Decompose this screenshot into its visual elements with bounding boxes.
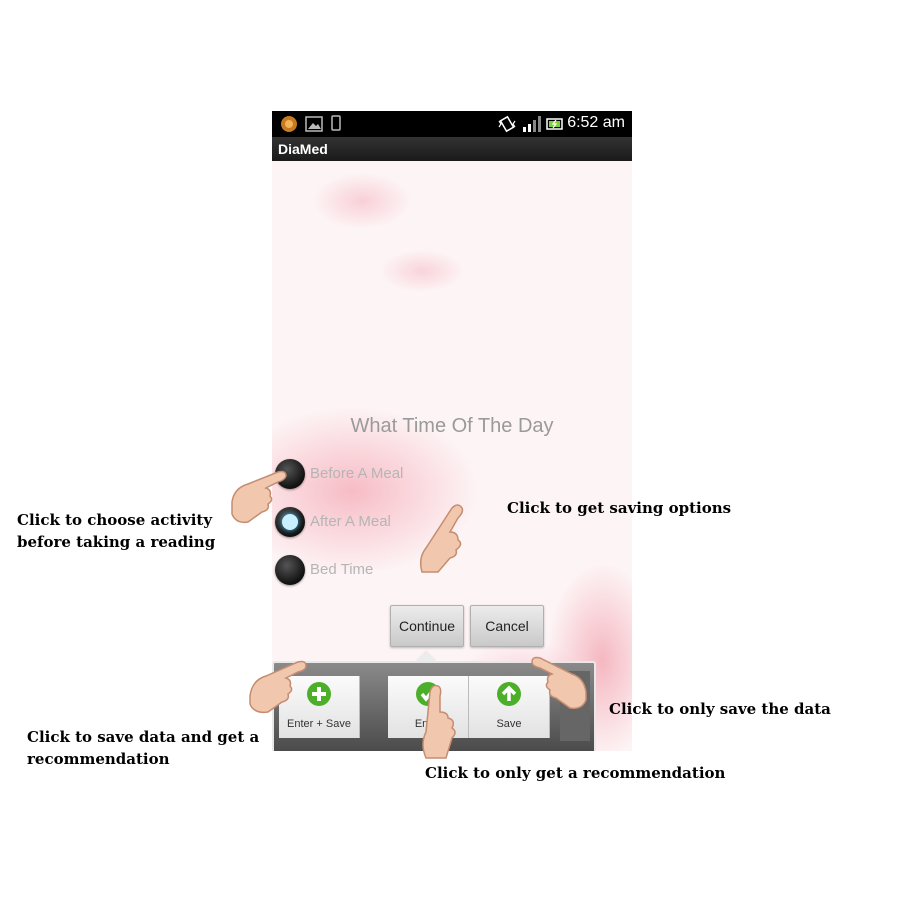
phone-icon [331,115,341,131]
pointing-hand-icon [422,684,456,759]
annotation-choose-activity: Click to choose activity before taking a… [17,509,215,553]
annotation-line: Click to choose activity [17,511,213,529]
pointing-hand-icon [419,504,464,573]
pointing-hand-icon [531,656,587,710]
annotation-line: before taking a reading [17,533,216,551]
pointing-hand-icon [231,470,287,524]
pointing-hand-icon [249,660,307,714]
continue-button[interactable]: Continue [390,605,464,647]
annotation-line: Click to save data and get a [27,728,260,746]
app-title: DiaMed [278,141,328,157]
annotation-saving-options: Click to get saving options [507,499,732,517]
status-bar: 6:52 am [272,111,632,137]
annotation-save-and-recommend: Click to save data and get a recommendat… [27,726,259,770]
image-icon [305,116,323,132]
radio-button[interactable] [275,555,305,585]
annotation-only-save: Click to only save the data [609,700,831,718]
battery-icon [546,118,563,130]
vibrate-icon [498,115,516,133]
radio-label: Bed Time [310,561,374,578]
annotation-only-recommend: Click to only get a recommendation [425,764,726,782]
cancel-button[interactable]: Cancel [470,605,544,647]
record-icon [281,116,297,132]
annotation-line: recommendation [27,750,170,768]
radio-label: Before A Meal [310,465,404,482]
signal-icon [523,116,541,132]
action-label: Enter + Save [287,718,351,730]
status-clock: 6:52 am [567,114,625,131]
up-arrow-icon [497,682,521,706]
app-title-bar: DiaMed [272,137,632,161]
action-label: Save [496,718,522,730]
question-heading: What Time Of The Day [350,415,554,437]
radio-label: After A Meal [310,513,391,530]
